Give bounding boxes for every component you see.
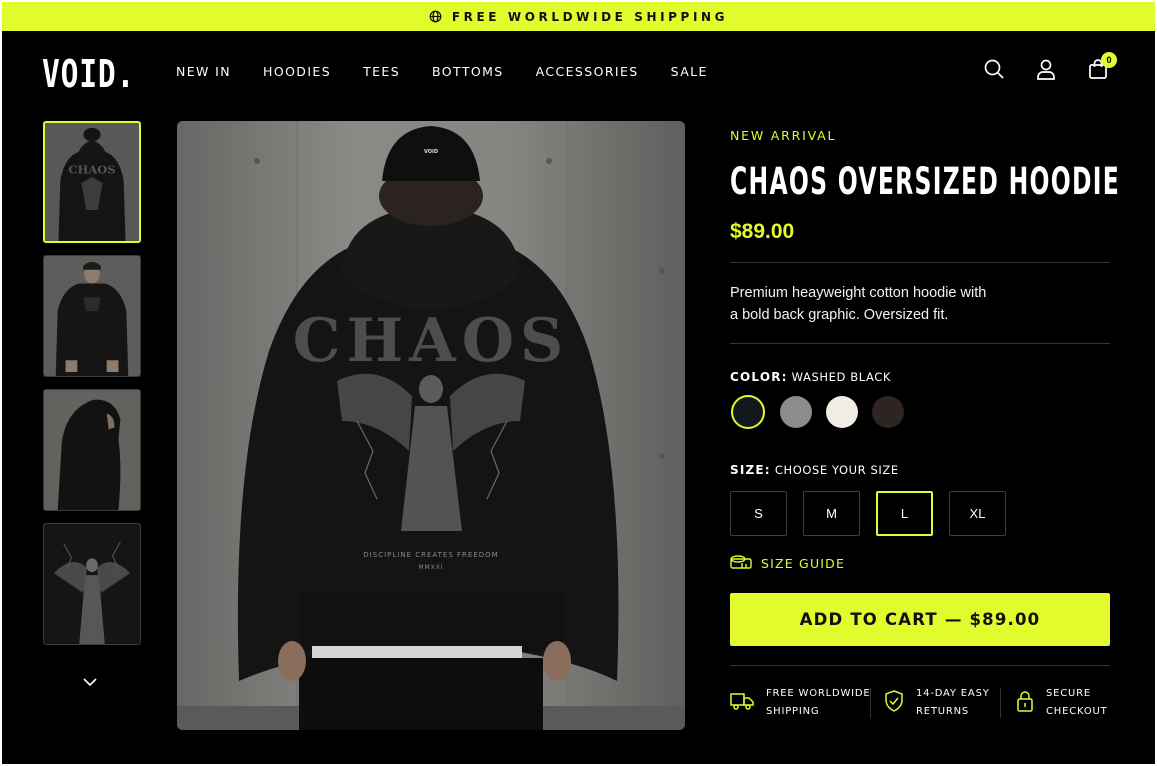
feature-easy-returns: 14-DAY EASY RETURNS — [884, 685, 990, 721]
user-icon[interactable] — [1035, 58, 1057, 80]
color-swatch-cream[interactable] — [826, 396, 858, 428]
divider — [730, 262, 1110, 263]
shield-check-icon — [884, 689, 904, 717]
divider — [730, 343, 1110, 344]
feature-text: FREE WORLDWIDE SHIPPING — [766, 688, 871, 717]
thumbnail-back-view[interactable]: CHAOS — [43, 121, 141, 243]
size-button-m[interactable]: M — [803, 491, 860, 536]
nav-sale[interactable]: SALE — [671, 64, 708, 79]
logo[interactable]: VOID. — [42, 52, 135, 96]
new-arrival-label: NEW ARRIVAL — [730, 128, 837, 143]
size-button-l[interactable]: L — [876, 491, 933, 536]
color-label: COLOR: WASHED BLACK — [730, 370, 891, 384]
nav-accessories[interactable]: ACCESSORIES — [536, 64, 639, 79]
product-price: $89.00 — [730, 220, 795, 243]
nav-tees[interactable]: TEES — [363, 64, 400, 79]
announcement-bar: FREE WORLDWIDE SHIPPING — [2, 2, 1155, 31]
thumbnail-graphic-close-up[interactable] — [43, 523, 141, 645]
thumbnail-front-view[interactable] — [43, 255, 141, 377]
feature-text: 14-DAY EASY RETURNS — [916, 688, 990, 717]
selected-color-name: WASHED BLACK — [791, 370, 892, 384]
color-swatch-grey[interactable] — [780, 396, 812, 428]
feature-free-shipping: FREE WORLDWIDE SHIPPING — [730, 685, 871, 721]
product-title: CHAOS OVERSIZED HOODIE — [730, 160, 1121, 203]
selected-swatch-ring — [731, 395, 765, 429]
nav-new-in[interactable]: NEW IN — [176, 64, 231, 79]
divider — [870, 688, 871, 718]
feature-secure-checkout: SECURE CHECKOUT — [1016, 685, 1108, 721]
size-button-s[interactable]: S — [730, 491, 787, 536]
size-guide-link[interactable]: SIZE GUIDE — [730, 555, 845, 572]
svg-text:MMXXI: MMXXI — [418, 564, 443, 571]
description-line: Premium heayweight cotton hoodie with — [730, 285, 987, 301]
cart-count-badge: 0 — [1101, 52, 1117, 68]
announcement-text: FREE WORLDWIDE SHIPPING — [451, 9, 729, 24]
truck-icon — [730, 692, 754, 715]
size-label: SIZE: CHOOSE YOUR SIZE — [730, 463, 899, 477]
ruler-icon — [730, 555, 752, 572]
color-label-key: COLOR: — [730, 370, 788, 384]
feature-text: SECURE CHECKOUT — [1046, 688, 1108, 717]
add-to-cart-button[interactable]: ADD TO CART — $89.00 — [730, 593, 1110, 646]
chevron-down-icon[interactable] — [82, 674, 98, 692]
svg-text:VOID: VOID — [424, 149, 438, 155]
product-description: Premium heayweight cotton hoodie with a … — [730, 282, 1030, 326]
thumbnail-side-view[interactable] — [43, 389, 141, 511]
svg-text:CHAOS: CHAOS — [293, 306, 570, 376]
svg-text:DISCIPLINE CREATES FREEDOM: DISCIPLINE CREATES FREEDOM — [363, 551, 498, 559]
main-product-image: VOID CHAOS DISCIPLINE CREATES FREEDOM MM… — [177, 121, 685, 730]
size-label-key: SIZE: — [730, 463, 771, 477]
lock-icon — [1016, 690, 1034, 717]
nav-hoodies[interactable]: HOODIES — [263, 64, 331, 79]
description-line: a bold back graphic. Oversized fit. — [730, 307, 949, 323]
svg-text:CHAOS: CHAOS — [68, 162, 115, 176]
nav-bottoms[interactable]: BOTTOMS — [432, 64, 504, 79]
size-guide-label: SIZE GUIDE — [761, 556, 846, 571]
size-button-xl[interactable]: XL — [949, 491, 1006, 536]
search-icon[interactable] — [983, 58, 1005, 80]
divider — [730, 665, 1110, 666]
color-swatch-dark-brown[interactable] — [872, 396, 904, 428]
main-nav: NEW IN HOODIES TEES BOTTOMS ACCESSORIES … — [176, 64, 740, 79]
globe-icon — [429, 10, 442, 23]
page: FREE WORLDWIDE SHIPPING VOID. NEW IN HOO… — [2, 2, 1155, 764]
size-prompt: CHOOSE YOUR SIZE — [774, 463, 899, 477]
divider — [1000, 688, 1001, 718]
